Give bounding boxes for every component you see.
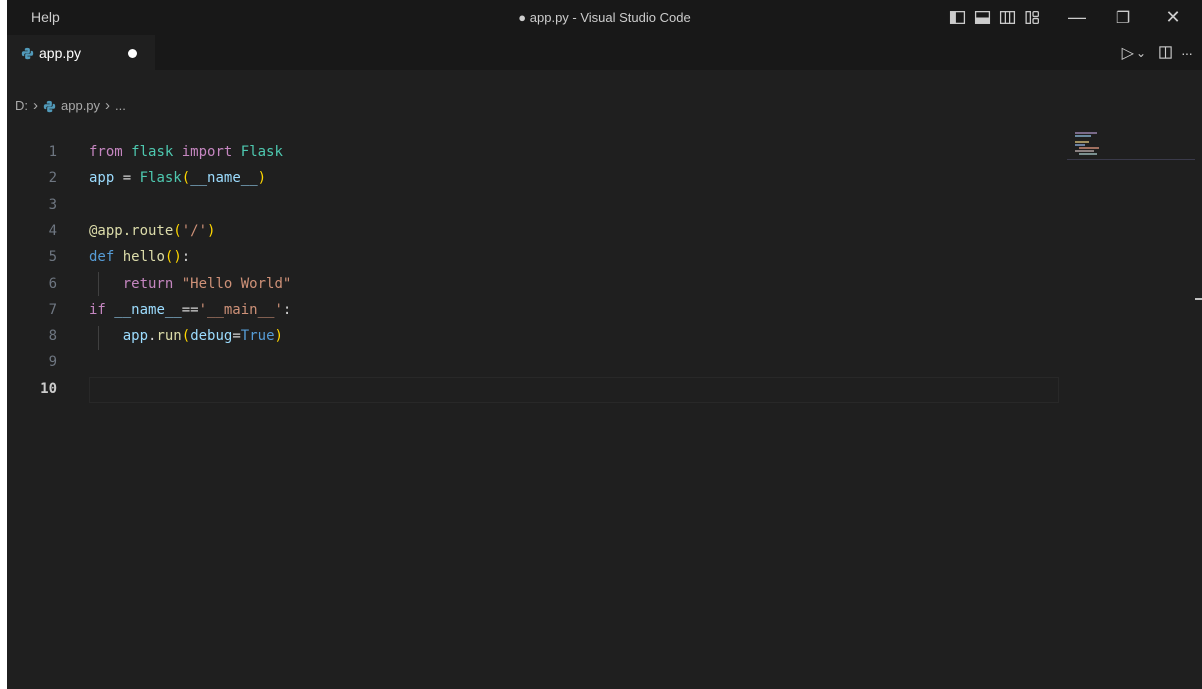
code-token: : [181,249,191,266]
code-token: if [89,301,106,318]
code-token: '__main__' [198,301,283,318]
code-token: __name__ [114,301,182,318]
code-line[interactable]: 1 from flask import Flask [7,140,1067,164]
close-button[interactable]: ✕ [1150,0,1196,35]
code-line[interactable]: 5 def hello(): [7,245,1067,269]
breadcrumb-drive[interactable]: D: [15,95,28,117]
desktop-edge [0,0,7,689]
menu-help[interactable]: Help [31,0,60,35]
breadcrumb-separator: › [33,97,38,114]
code-token: : [282,301,292,318]
scrollbar-cursor-marker[interactable] [1195,298,1202,300]
code-token: import [181,144,233,160]
minimize-button[interactable]: — [1054,0,1100,35]
code-token: ) [257,170,267,187]
toggle-panel-icon[interactable] [974,9,991,26]
run-python-file-button[interactable]: ▷ [1122,43,1134,63]
code-token: ( [181,328,191,345]
line-number: 8 [48,328,57,345]
tab-app-py[interactable]: app.py [7,35,155,70]
title-bar: Help ● app.py - Visual Studio Code — ❐ ✕ [7,0,1202,35]
toggle-primary-sidebar-icon[interactable] [949,9,966,26]
line-number: 2 [48,170,57,187]
code-content: app = Flask(__name__) [89,166,266,190]
breadcrumb-separator: › [105,97,111,114]
code-line[interactable]: 6 return "Hello World" [7,272,1067,296]
code-token: flask [131,144,174,160]
layout-controls [949,9,1041,27]
run-dropdown-icon[interactable]: ⌄ [1136,46,1146,60]
code-editor[interactable]: 1 from flask import Flask 2 app = Flask(__n… [7,140,1067,680]
code-line[interactable]: 8 app.run(debug=True) [7,324,1067,348]
python-file-icon [21,47,34,60]
code-token: def [89,249,115,266]
line-number: 5 [48,249,57,266]
code-token: == [181,301,199,318]
code-token: Flask [240,144,283,160]
split-editor-icon[interactable] [1158,45,1173,60]
breadcrumb-symbols[interactable]: ... [115,95,126,117]
code-token: return [122,275,174,292]
python-file-icon [43,100,56,112]
code-token: ) [274,328,283,345]
code-token: = [232,328,241,345]
code-content: return "Hello World" [89,272,292,296]
tab-label: app.py [39,45,82,61]
code-content: @app.route('/') [89,219,215,243]
code-token: hello [122,249,165,266]
code-token: app [122,328,149,345]
toggle-secondary-sidebar-icon[interactable] [999,9,1016,26]
code-line[interactable]: 9 [7,350,1067,374]
line-number: 10 [40,380,57,397]
code-line[interactable]: 7 if __name__=='__main__': [7,298,1067,322]
code-line[interactable]: 10 [7,377,1067,401]
minimap[interactable] [1067,130,1195,170]
code-line[interactable]: 2 app = Flask(__name__) [7,166,1067,190]
code-token: "Hello World" [181,275,292,292]
code-token: () [164,249,182,266]
breadcrumb-file[interactable]: app.py [61,95,100,117]
unsaved-indicator[interactable] [128,49,137,58]
code-token: Flask [139,170,182,187]
vscode-window: Help ● app.py - Visual Studio Code — ❐ ✕… [7,0,1202,689]
code-token: @app.route [89,222,174,239]
code-token: = [114,170,140,187]
line-number: 3 [48,196,57,213]
code-token: True [240,328,275,345]
code-content: def hello(): [89,245,190,269]
restore-button[interactable]: ❐ [1100,0,1146,35]
code-token: ) [207,222,216,239]
tab-bar: app.py ▷ ⌄ ··· [7,35,1202,70]
breadcrumb: D: › app.py › ... [15,95,126,117]
code-content: if __name__=='__main__': [89,298,291,322]
code-token: debug [190,328,233,345]
code-token: ( [181,170,191,187]
line-number: 1 [48,144,57,160]
code-token: from [89,144,123,160]
line-number: 4 [48,222,57,239]
more-actions-icon[interactable]: ··· [1181,45,1193,61]
code-line[interactable]: 4 @app.route('/') [7,219,1067,243]
line-number: 7 [48,301,57,318]
code-token: run [156,328,182,345]
customize-layout-icon[interactable] [1024,9,1041,26]
code-content: from flask import Flask [89,140,283,164]
editor-actions: ▷ ⌄ ··· [1122,35,1193,70]
code-token: '/' [181,222,208,239]
code-token: __name__ [190,170,258,187]
code-token: ( [173,222,182,239]
code-content: app.run(debug=True) [89,324,283,348]
line-number: 6 [48,275,57,292]
line-number: 9 [48,354,57,371]
code-line[interactable]: 3 [7,193,1067,217]
code-token: app [89,170,115,187]
